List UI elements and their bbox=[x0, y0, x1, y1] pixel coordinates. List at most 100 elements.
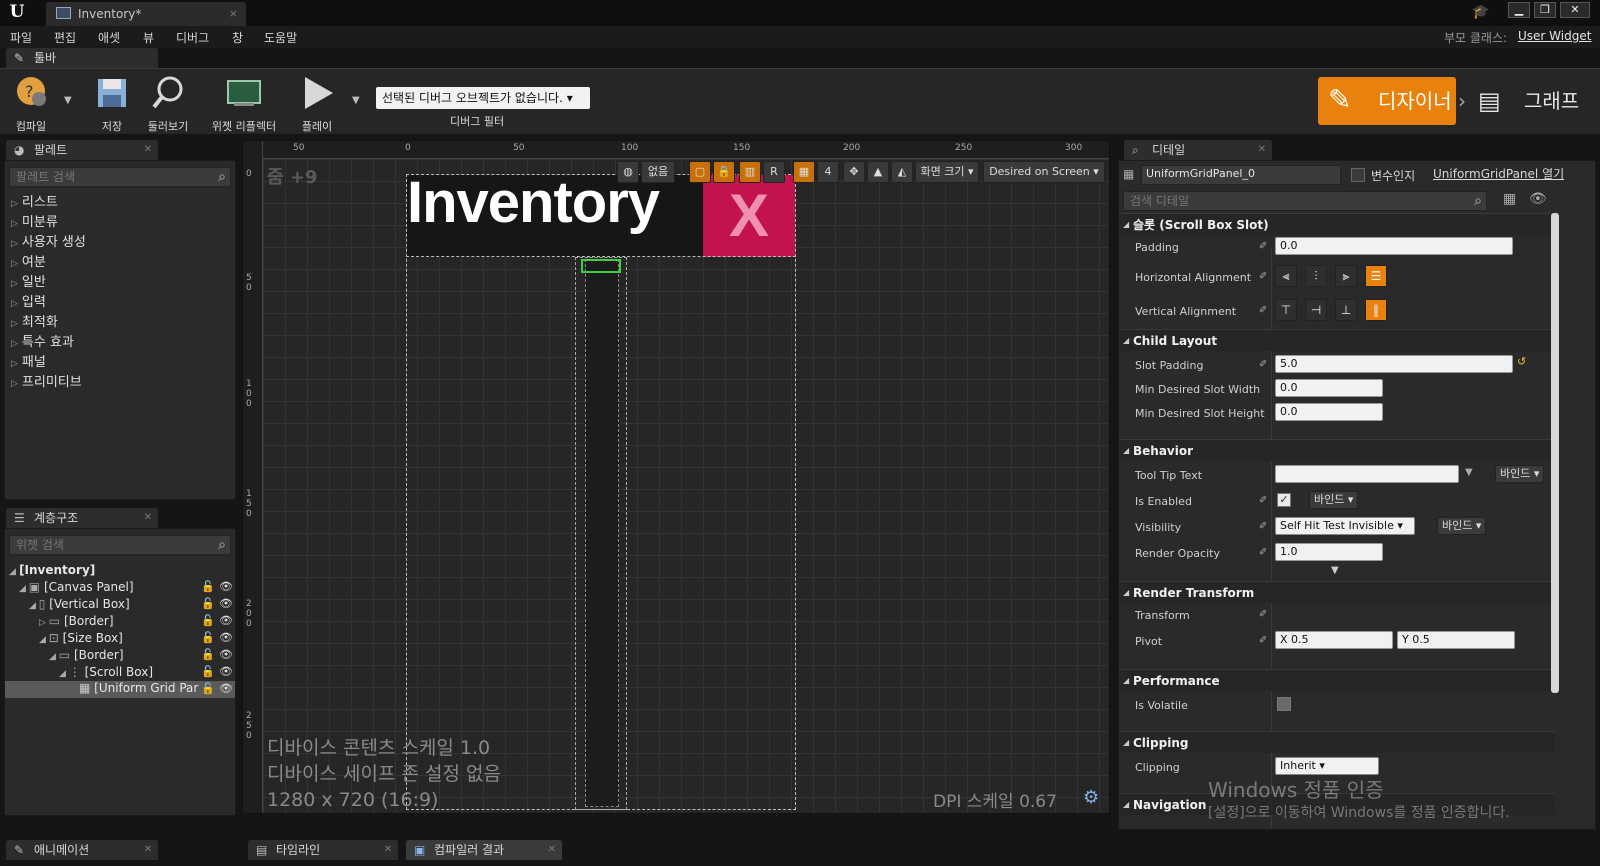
section-slot[interactable]: 슬롯 (Scroll Box Slot) bbox=[1119, 213, 1555, 236]
section-performance[interactable]: Performance bbox=[1119, 669, 1555, 692]
menu-help[interactable]: 도움말 bbox=[264, 29, 297, 46]
restore-button[interactable]: ❐ bbox=[1534, 2, 1556, 18]
hierarchy-tab[interactable]: ☰ 계층구조 ✕ bbox=[6, 508, 158, 528]
compile-button[interactable]: ? 컴파일 bbox=[6, 73, 56, 134]
align-fill-icon[interactable]: ☰ bbox=[1365, 265, 1387, 287]
document-tab[interactable]: Inventory* × bbox=[46, 2, 246, 26]
close-tab-icon[interactable]: ✕ bbox=[548, 840, 556, 860]
align-right-icon[interactable]: ⫸ bbox=[1335, 265, 1357, 287]
close-tab-icon[interactable]: ✕ bbox=[1258, 140, 1266, 160]
visibility-bind-button[interactable]: 바인드 bbox=[1437, 517, 1487, 535]
uniform-grid-selection[interactable] bbox=[581, 259, 621, 273]
image-icon[interactable]: ▲ bbox=[867, 161, 889, 183]
save-button[interactable]: 저장 bbox=[90, 73, 134, 134]
animation-tab[interactable]: ✎ 애니메이션 ✕ bbox=[6, 840, 158, 860]
menu-asset[interactable]: 애셋 bbox=[98, 29, 120, 46]
reset-icon[interactable]: ✐ bbox=[1259, 495, 1267, 506]
is-enabled-bind-button[interactable]: 바인드 bbox=[1309, 491, 1359, 509]
palette-category[interactable]: 특수 효과 bbox=[11, 331, 74, 350]
reset-icon[interactable]: ✐ bbox=[1259, 547, 1267, 558]
align-left-icon[interactable]: ⫷ bbox=[1275, 265, 1297, 287]
play-button[interactable]: 플레이 bbox=[292, 73, 342, 134]
screen-size-select[interactable]: 화면 크기 ▾ bbox=[915, 161, 979, 183]
palette-category[interactable]: 일반 bbox=[11, 271, 46, 290]
reset-icon[interactable]: ✐ bbox=[1259, 241, 1267, 252]
min-slot-height-field[interactable]: 0.0 bbox=[1275, 403, 1383, 421]
tree-item[interactable]: ◢ [Inventory] bbox=[9, 563, 95, 577]
designer-mode-button[interactable]: ✎ 디자이너 bbox=[1318, 77, 1456, 125]
chevron-down-icon[interactable]: ▼ bbox=[1465, 467, 1473, 478]
graph-mode-button[interactable]: ▤ 그래프 bbox=[1478, 77, 1596, 125]
eye-icon[interactable]: 👁 bbox=[219, 682, 233, 695]
menu-edit[interactable]: 편집 bbox=[54, 29, 76, 46]
reset-icon[interactable]: ✐ bbox=[1259, 609, 1267, 620]
clipping-select[interactable]: Inherit bbox=[1275, 757, 1379, 775]
menu-debug[interactable]: 디버그 bbox=[176, 29, 209, 46]
menu-window[interactable]: 창 bbox=[232, 29, 243, 46]
learn-icon[interactable]: 🎓 bbox=[1472, 4, 1489, 20]
align-vertical-fill-icon[interactable]: ‖ bbox=[1365, 299, 1387, 321]
palette-tab[interactable]: ◕ 팔레트 ✕ bbox=[6, 140, 158, 160]
min-slot-width-field[interactable]: 0.0 bbox=[1275, 379, 1383, 397]
widget-search-input[interactable]: 위젯 검색 ⌕ bbox=[9, 535, 231, 555]
compile-options-chevron-icon[interactable]: ▼ bbox=[64, 95, 72, 106]
palette-category[interactable]: 미분류 bbox=[11, 211, 58, 230]
section-clipping[interactable]: Clipping bbox=[1119, 731, 1555, 754]
play-options-chevron-icon[interactable]: ▼ bbox=[352, 95, 360, 106]
visibility-select[interactable]: Self Hit Test Invisible bbox=[1275, 517, 1415, 535]
move-icon[interactable]: ✥ bbox=[843, 161, 865, 183]
lock-icon[interactable]: 🔒 bbox=[713, 161, 735, 183]
eye-icon[interactable]: 👁 bbox=[219, 631, 233, 644]
localization-select[interactable]: 없음 bbox=[641, 161, 675, 183]
lock-icon[interactable]: 🔓 bbox=[201, 631, 215, 644]
eye-icon[interactable]: 👁 bbox=[1529, 191, 1547, 207]
close-tab-icon[interactable]: ✕ bbox=[384, 840, 392, 860]
slot-padding-field[interactable]: 5.0 bbox=[1275, 355, 1513, 373]
compiler-results-tab[interactable]: ▣ 컴파일러 결과 ✕ bbox=[406, 840, 562, 860]
timeline-tab[interactable]: ▤ 타임라인 ✕ bbox=[248, 840, 398, 860]
tooltip-field[interactable] bbox=[1275, 465, 1459, 483]
tooltip-bind-button[interactable]: 바인드 bbox=[1495, 465, 1545, 483]
details-scrollbar[interactable] bbox=[1551, 213, 1559, 693]
inventory-close-button[interactable]: X bbox=[703, 175, 795, 257]
designer-viewport[interactable]: 50 0 50 100 150 200 250 300 0 50 100 150… bbox=[242, 140, 1110, 814]
close-button[interactable]: ✕ bbox=[1560, 2, 1590, 18]
tree-item[interactable]: ◢ ▣ [Canvas Panel] bbox=[19, 580, 134, 594]
close-tab-icon[interactable]: × bbox=[229, 2, 238, 26]
details-tab[interactable]: ⌕ 디테일 ✕ bbox=[1124, 140, 1272, 160]
lock-icon[interactable]: 🔓 bbox=[201, 597, 215, 610]
flip-icon[interactable]: ◭ bbox=[891, 161, 913, 183]
align-middle-icon[interactable]: ⊣ bbox=[1305, 299, 1327, 321]
reset-icon[interactable]: ✐ bbox=[1259, 521, 1267, 532]
minimize-button[interactable]: ▁ bbox=[1508, 2, 1530, 18]
section-behavior[interactable]: Behavior bbox=[1119, 439, 1555, 462]
is-variable-checkbox[interactable] bbox=[1351, 168, 1365, 182]
tree-item[interactable]: ▷ ▭ [Border] bbox=[39, 614, 114, 628]
grid-snap-icon[interactable]: ▦ bbox=[793, 161, 815, 183]
parent-class-link[interactable]: User Widget bbox=[1518, 29, 1591, 43]
lock-icon[interactable]: 🔓 bbox=[201, 648, 215, 661]
palette-category[interactable]: 최적화 bbox=[11, 311, 58, 330]
is-enabled-checkbox[interactable]: ✓ bbox=[1277, 493, 1291, 507]
tree-item[interactable]: ◢ ▯ [Vertical Box] bbox=[29, 597, 130, 611]
align-top-icon[interactable]: ⊤ bbox=[1275, 299, 1297, 321]
render-opacity-field[interactable]: 1.0 bbox=[1275, 543, 1383, 561]
lock-icon[interactable]: 🔓 bbox=[201, 665, 215, 678]
open-class-link[interactable]: UniformGridPanel 열기 bbox=[1433, 165, 1564, 182]
palette-category[interactable]: 입력 bbox=[11, 291, 46, 310]
close-tab-icon[interactable]: ✕ bbox=[144, 140, 152, 160]
respect-locks-button[interactable]: R bbox=[763, 161, 785, 183]
reset-to-default-icon[interactable]: ↺ bbox=[1517, 355, 1526, 368]
eye-icon[interactable]: 👁 bbox=[219, 614, 233, 627]
align-bottom-icon[interactable]: ⊥ bbox=[1335, 299, 1357, 321]
lock-icon[interactable]: 🔓 bbox=[201, 614, 215, 627]
eye-icon[interactable]: 👁 bbox=[219, 580, 233, 593]
grid-snap-value[interactable]: 4 bbox=[817, 161, 839, 183]
widget-name-field[interactable]: UniformGridPanel_0 bbox=[1141, 165, 1341, 185]
widget-reflector-button[interactable]: 위젯 리플렉터 bbox=[204, 73, 284, 134]
reset-icon[interactable]: ✐ bbox=[1259, 635, 1267, 646]
eye-icon[interactable]: 👁 bbox=[219, 665, 233, 678]
palette-category[interactable]: 사용자 생성 bbox=[11, 231, 86, 250]
fill-mode-select[interactable]: Desired on Screen ▾ bbox=[983, 161, 1105, 183]
is-volatile-checkbox[interactable] bbox=[1277, 697, 1291, 711]
